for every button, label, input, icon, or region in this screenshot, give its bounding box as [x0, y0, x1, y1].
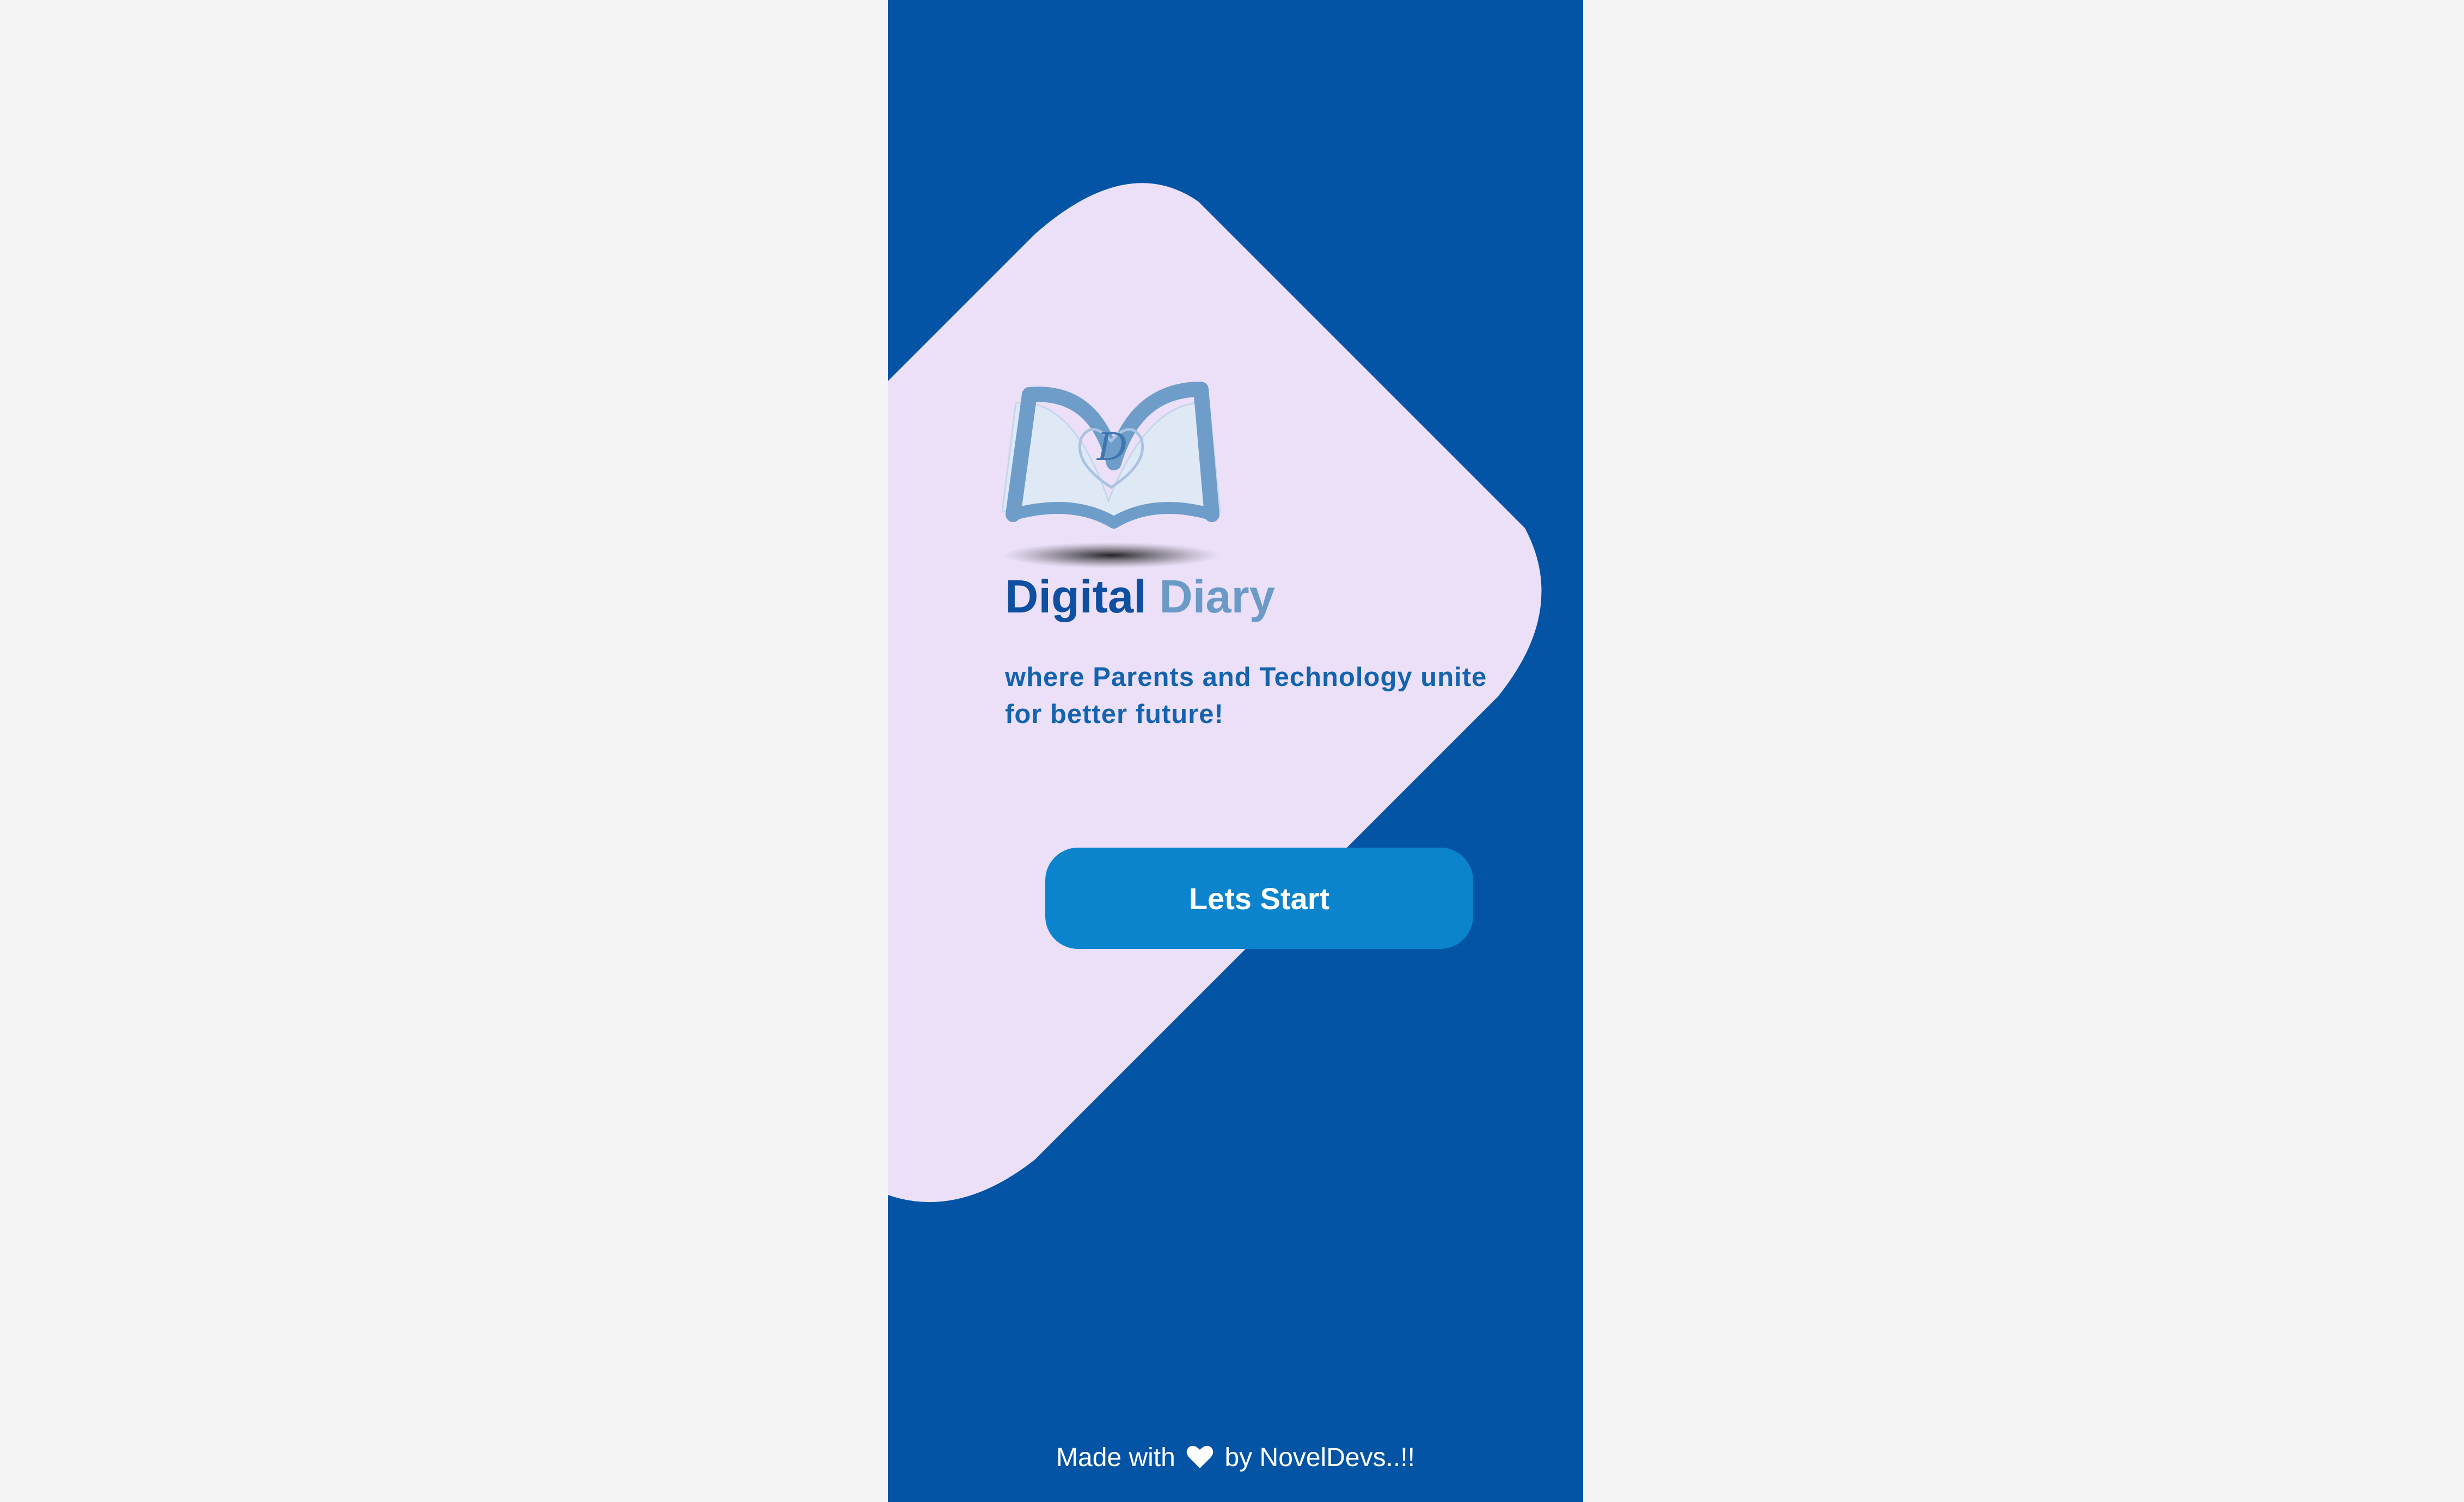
heart-icon [1186, 1445, 1213, 1468]
footer-suffix: by NovelDevs..!! [1224, 1443, 1415, 1472]
app-title-part2: Diary [1159, 571, 1275, 623]
tagline-line1: where Parents and Technology unite [1005, 663, 1487, 692]
tagline-line2: for better future! [1005, 700, 1224, 729]
lets-start-button[interactable]: Lets Start [1045, 848, 1473, 949]
book-logo-icon: D [1001, 382, 1221, 568]
logo-letter: D [1096, 425, 1127, 469]
footer-credit: Made with by NovelDevs..!! [888, 1443, 1583, 1473]
splash-screen: D Digital Diary where Parents and Techno… [888, 0, 1583, 1502]
background-card-shape [888, 183, 1542, 1203]
tagline: where Parents and Technology unite for be… [1005, 659, 1495, 733]
app-title: Digital Diary [1005, 571, 1275, 624]
app-title-part1: Digital [1005, 571, 1147, 623]
footer-prefix: Made with [1056, 1443, 1175, 1472]
